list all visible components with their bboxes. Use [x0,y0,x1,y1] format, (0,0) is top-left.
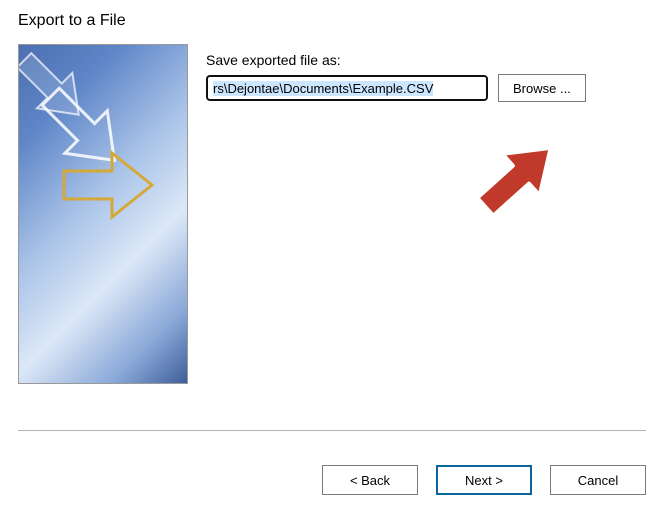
dialog-title: Export to a File [0,0,664,36]
main-panel: Save exported file as: Browse ... [206,44,646,384]
dialog-content: Save exported file as: Browse ... [0,36,664,384]
cancel-button[interactable]: Cancel [550,465,646,495]
separator-line [18,430,646,431]
file-path-label: Save exported file as: [206,52,646,68]
file-path-input[interactable] [206,75,488,101]
browse-button[interactable]: Browse ... [498,74,586,102]
wizard-side-graphic [18,44,188,384]
arrows-graphic-icon [19,45,188,384]
wizard-button-row: < Back Next > Cancel [322,465,646,495]
next-button[interactable]: Next > [436,465,532,495]
file-path-row: Browse ... [206,74,646,102]
back-button[interactable]: < Back [322,465,418,495]
